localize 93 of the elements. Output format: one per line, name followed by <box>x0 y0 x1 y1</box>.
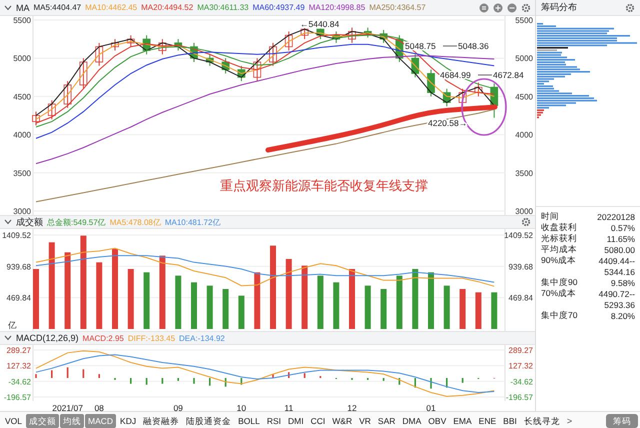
date-label: 09 <box>173 403 183 413</box>
panel-title: 成交额 <box>16 216 43 228</box>
stat-value: 5293.36 <box>604 300 635 310</box>
legend-value: MA250:4364.57 <box>369 3 426 12</box>
unit-label: 亿 <box>8 320 17 330</box>
indicator-tab[interactable]: EMA <box>450 414 475 428</box>
axis-label: 4000 <box>515 130 533 140</box>
legend-value: MA30:4611.33 <box>197 3 249 12</box>
axis-label: 939.68 <box>6 262 31 272</box>
date-label: 10 <box>236 403 246 413</box>
axis-label: -196.57 <box>4 393 31 402</box>
axis-label: 127.32 <box>6 362 31 371</box>
legend-value: DEA:-134.92 <box>179 334 225 342</box>
indicator-tab[interactable]: BBI <box>500 414 520 428</box>
date-label: 11 <box>284 403 294 413</box>
axis-label: 4000 <box>13 130 31 140</box>
axis-label: 5500 <box>13 16 31 25</box>
stat-label: 集中度70 <box>541 310 578 322</box>
stat-label: 时间 <box>541 210 559 222</box>
legend-value: MA10:481.72亿 <box>164 216 220 228</box>
axis-label: 3500 <box>515 168 533 178</box>
indicator-tab[interactable]: W&R <box>329 414 356 428</box>
date-label: 12 <box>347 403 357 413</box>
stat-value: 0.57% <box>610 222 635 232</box>
price-marker: 4220.58→ <box>428 118 468 128</box>
stat-value: 5344.16 <box>604 266 635 276</box>
indicator-tab[interactable]: OBV <box>425 414 450 428</box>
stat-value: 8.20% <box>610 310 635 320</box>
price-marker: 5048.36 <box>458 41 489 51</box>
axis-label: 3000 <box>515 207 533 215</box>
chip-button[interactable]: 筹码 <box>606 414 638 428</box>
axis-label: 3000 <box>13 207 31 215</box>
price-marker: 4672.84 <box>493 70 524 80</box>
axis-label: 1409.52 <box>504 231 533 240</box>
indicator-tab[interactable]: DMA <box>399 414 424 428</box>
indicator-tab[interactable]: 陆股通资金 <box>183 414 234 428</box>
stat-value: 4409.44-- <box>598 256 635 266</box>
legend-value: MACD:2.95 <box>82 334 124 342</box>
indicator-tab[interactable]: SAR <box>374 414 398 428</box>
stat-label: 70%成本 <box>541 288 576 300</box>
axis-label: 469.84 <box>508 294 533 303</box>
axis-label: 289.27 <box>508 346 533 355</box>
indicator-tab[interactable]: ENE <box>476 414 500 428</box>
stat-value: 5080.00 <box>604 244 635 254</box>
legend-value: 总金额:549.57亿 <box>47 216 106 228</box>
date-label: 2021/07 <box>52 403 83 413</box>
indicator-tab[interactable]: 长线寻龙 <box>520 414 563 428</box>
stat-label: 光标获利 <box>541 232 577 244</box>
axis-label: 4500 <box>515 92 533 102</box>
axis-label: -34.62 <box>8 377 31 386</box>
indicator-tab[interactable]: 融资融券 <box>140 414 182 428</box>
panel-title: MACD(12,26,9) <box>16 333 79 343</box>
axis-label: -34.62 <box>510 377 533 386</box>
date-label: 08 <box>94 403 104 413</box>
indicator-tab[interactable]: DMI <box>285 414 307 428</box>
stat-label: 收盘获利 <box>541 222 577 234</box>
axis-label: 4500 <box>13 92 31 102</box>
axis-label: 3500 <box>13 168 31 178</box>
annotation-note: 重点观察新能源车能否收复年线支撑 <box>220 178 428 193</box>
price-marker: ←5440.84 <box>300 19 340 29</box>
legend-value: MA120:4998.85 <box>308 3 366 12</box>
stat-value: 11.65% <box>606 234 635 244</box>
more-tabs-arrow[interactable]: > <box>564 416 576 426</box>
axis-label: 5000 <box>515 54 533 64</box>
panel-title: MA <box>16 2 30 12</box>
legend-value: DIFF:-133.45 <box>128 334 176 342</box>
date-label: 01 <box>426 403 436 413</box>
legend-value: MA5:4404.47 <box>34 3 82 12</box>
stat-label: 平均成本 <box>541 244 577 256</box>
indicator-tab[interactable]: VOL <box>2 414 26 428</box>
indicator-tab[interactable]: KDJ <box>117 414 140 428</box>
indicator-tab[interactable]: VR <box>356 414 374 428</box>
stat-value: 9.58% <box>610 278 635 288</box>
indicator-tab[interactable]: RSI <box>264 414 284 428</box>
legend-value: MA10:4462.45 <box>85 3 138 12</box>
indicator-tab[interactable]: CCI <box>308 414 328 428</box>
axis-label: 939.68 <box>508 262 533 272</box>
axis-label: -196.57 <box>506 393 533 402</box>
axis-label: 289.27 <box>6 346 31 355</box>
stat-label: 集中度90 <box>541 276 578 288</box>
legend-value: MA20:4494.52 <box>141 3 194 12</box>
panel-title: 筹码分布 <box>541 1 577 14</box>
axis-label: 5500 <box>515 16 533 25</box>
stat-value: 20220128 <box>597 212 635 222</box>
axis-label: 127.32 <box>508 362 533 371</box>
stat-label: 90%成本 <box>541 254 576 266</box>
stat-value: 4490.72-- <box>598 288 635 298</box>
axis-label: 1409.52 <box>2 231 31 240</box>
legend-value: MA60:4937.49 <box>252 3 305 12</box>
axis-label: 469.84 <box>6 294 31 303</box>
indicator-tab[interactable]: BOLL <box>235 414 263 428</box>
legend-value: MA5:478.08亿 <box>110 216 161 228</box>
axis-label: 5000 <box>13 54 31 64</box>
